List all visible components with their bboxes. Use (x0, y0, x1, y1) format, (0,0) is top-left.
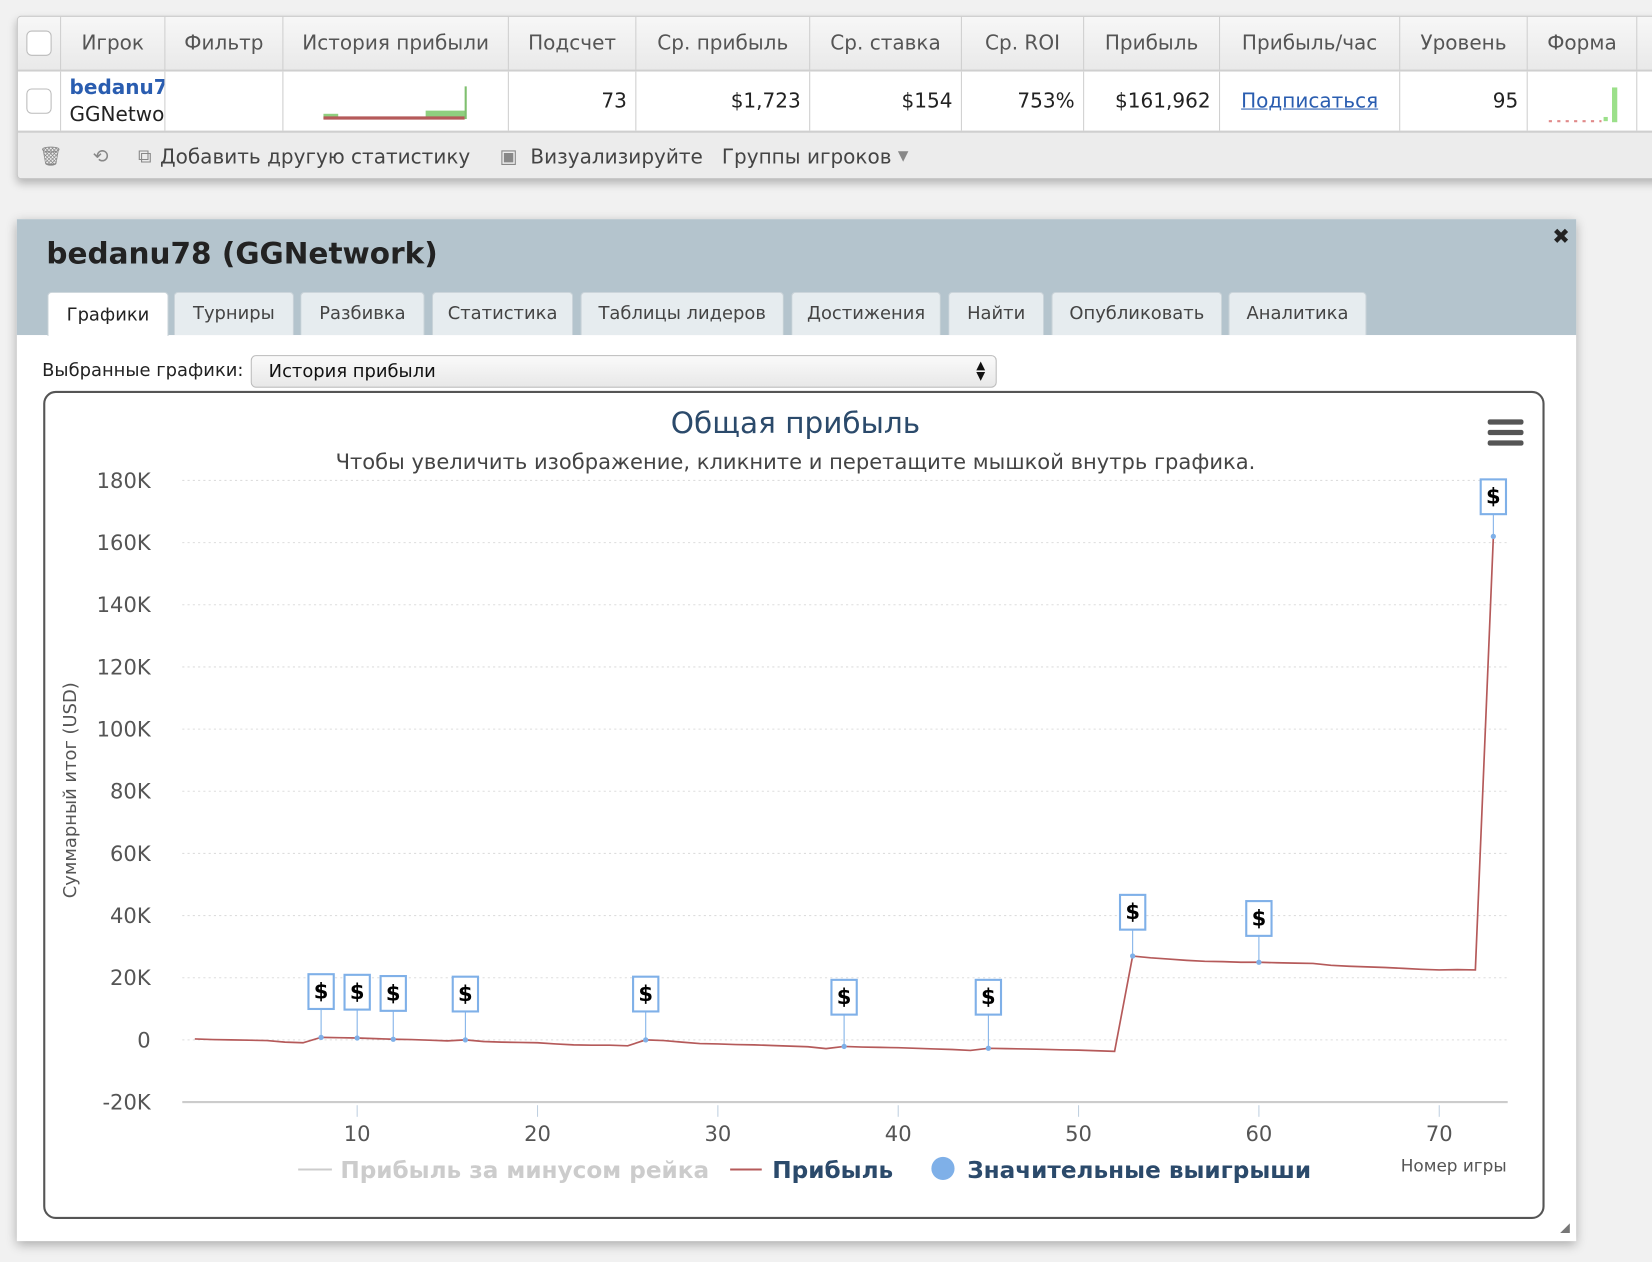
y-tick-label: 60K (110, 841, 152, 866)
x-tick-label: 30 (704, 1121, 731, 1146)
win-flag-label: $ (837, 984, 852, 1009)
win-point[interactable] (318, 1034, 324, 1041)
win-flag-label: $ (458, 981, 473, 1006)
y-tick-label: 20K (110, 965, 152, 990)
legend-rake-profit[interactable]: Прибыль за минусом рейка (340, 1157, 709, 1184)
y-tick-label: -20K (102, 1089, 151, 1114)
win-flag-label: $ (1125, 899, 1140, 924)
y-tick-label: 80K (110, 779, 152, 804)
x-axis-label: Номер игры (1401, 1156, 1507, 1176)
win-point[interactable] (462, 1037, 469, 1043)
y-axis-label: Суммарный итог (USD) (60, 682, 81, 898)
chart-subtitle: Чтобы увеличить изображение, кликните и … (336, 449, 1256, 474)
win-flag-label: $ (981, 984, 996, 1009)
x-tick-label: 50 (1065, 1121, 1092, 1146)
win-flag-label: $ (386, 980, 401, 1005)
win-flag-label: $ (638, 981, 653, 1006)
chart-menu-icon[interactable] (1487, 419, 1524, 446)
legend: Прибыль за минусом рейка Прибыль Значите… (298, 1156, 1311, 1184)
y-tick-label: 180K (97, 468, 152, 493)
win-point[interactable] (354, 1035, 360, 1041)
legend-significant-wins[interactable]: Значительные выигрыши (967, 1157, 1311, 1184)
y-tick-label: 40K (110, 903, 152, 928)
y-tick-label: 120K (97, 654, 152, 679)
win-point[interactable] (1130, 953, 1136, 959)
legend-profit[interactable]: Прибыль (772, 1157, 893, 1184)
y-tick-label: 140K (97, 592, 152, 617)
win-point[interactable] (390, 1036, 396, 1042)
x-tick-label: 20 (524, 1121, 551, 1146)
chart-title: Общая прибыль (671, 406, 920, 440)
win-point[interactable] (643, 1037, 649, 1043)
y-tick-label: 160K (97, 530, 152, 555)
y-tick-label: 100K (97, 716, 152, 741)
win-point[interactable] (841, 1043, 847, 1050)
win-point[interactable] (985, 1045, 992, 1051)
win-flag-label: $ (314, 978, 329, 1003)
win-flag-label: $ (1486, 484, 1501, 509)
win-flag-label: $ (1252, 905, 1267, 930)
win-point[interactable] (1490, 533, 1496, 540)
x-tick-label: 40 (885, 1121, 912, 1146)
profit-chart: Общая прибыль Чтобы увеличить изображени… (60, 406, 1524, 1184)
x-tick-label: 10 (344, 1121, 371, 1146)
y-tick-label: 0 (137, 1027, 150, 1052)
x-tick-label: 60 (1245, 1121, 1272, 1146)
x-tick-label: 70 (1426, 1121, 1453, 1146)
profit-series-line (194, 536, 1495, 1053)
win-flag-label: $ (350, 979, 365, 1004)
legend-wins-marker (931, 1156, 955, 1181)
win-point[interactable] (1256, 959, 1262, 965)
